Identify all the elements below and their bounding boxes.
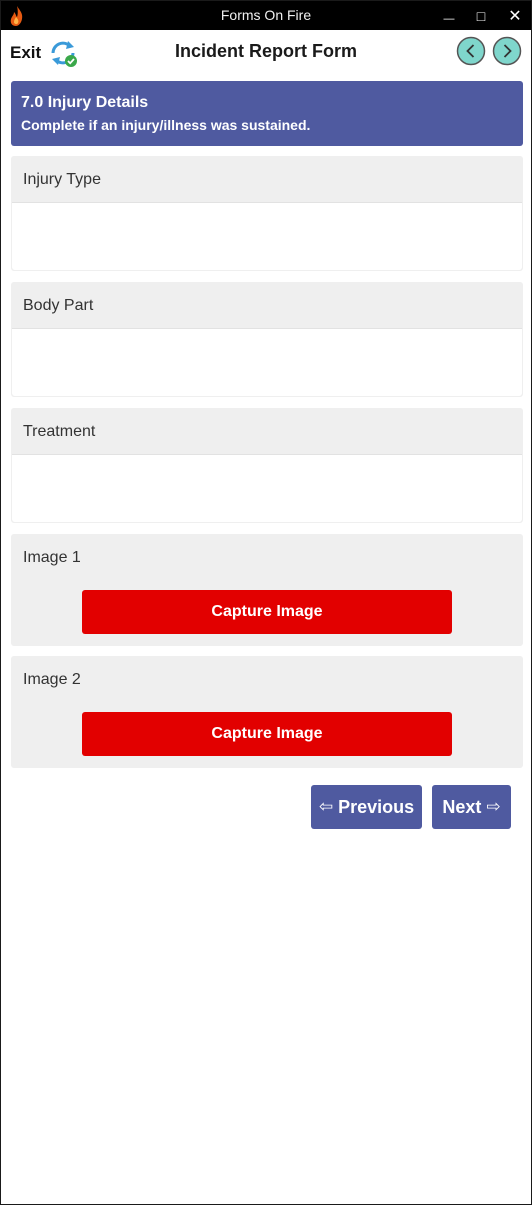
- minimize-button[interactable]: —: [433, 1, 465, 30]
- capture-image-button[interactable]: Capture Image: [82, 590, 452, 634]
- form-title: Incident Report Form: [174, 41, 357, 61]
- field-label: Treatment: [23, 423, 96, 440]
- image-2-field: Image 2 Capture Image: [11, 656, 523, 768]
- next-button[interactable]: Next ⇨: [432, 785, 511, 829]
- injury-type-field: Injury Type: [11, 156, 523, 271]
- next-label: Next: [442, 796, 482, 817]
- previous-button[interactable]: ⇦ Previous: [311, 785, 422, 829]
- section-subtitle: Complete if an injury/illness was sustai…: [21, 117, 311, 133]
- treatment-input[interactable]: [12, 454, 522, 522]
- minimize-icon: —: [443, 12, 455, 25]
- window-titlebar: Forms On Fire — □ ✕: [1, 1, 531, 30]
- body-part-field: Body Part: [11, 282, 523, 397]
- previous-label: Previous: [338, 796, 415, 817]
- injury-type-input[interactable]: [12, 202, 522, 270]
- maximize-icon: □: [476, 7, 486, 24]
- arrow-left-icon: ⇦: [318, 797, 334, 816]
- field-label: Body Part: [23, 297, 94, 314]
- form-header: Exit Incident Report Form: [1, 30, 531, 76]
- field-label: Injury Type: [23, 171, 101, 188]
- treatment-field: Treatment: [11, 408, 523, 523]
- section-title: 7.0 Injury Details: [21, 94, 149, 111]
- chevron-right-icon[interactable]: [492, 36, 522, 66]
- image-1-field: Image 1 Capture Image: [11, 534, 523, 646]
- section-banner: 7.0 Injury Details Complete if an injury…: [11, 81, 523, 146]
- field-label: Image 1: [23, 549, 81, 566]
- arrow-right-icon: ⇨: [486, 797, 501, 816]
- capture-image-button[interactable]: Capture Image: [82, 712, 452, 756]
- close-icon: ✕: [508, 7, 522, 25]
- maximize-button[interactable]: □: [465, 1, 497, 30]
- chevron-left-icon[interactable]: [456, 36, 486, 66]
- body-part-input[interactable]: [12, 328, 522, 396]
- close-button[interactable]: ✕: [499, 1, 531, 30]
- field-label: Image 2: [23, 671, 81, 688]
